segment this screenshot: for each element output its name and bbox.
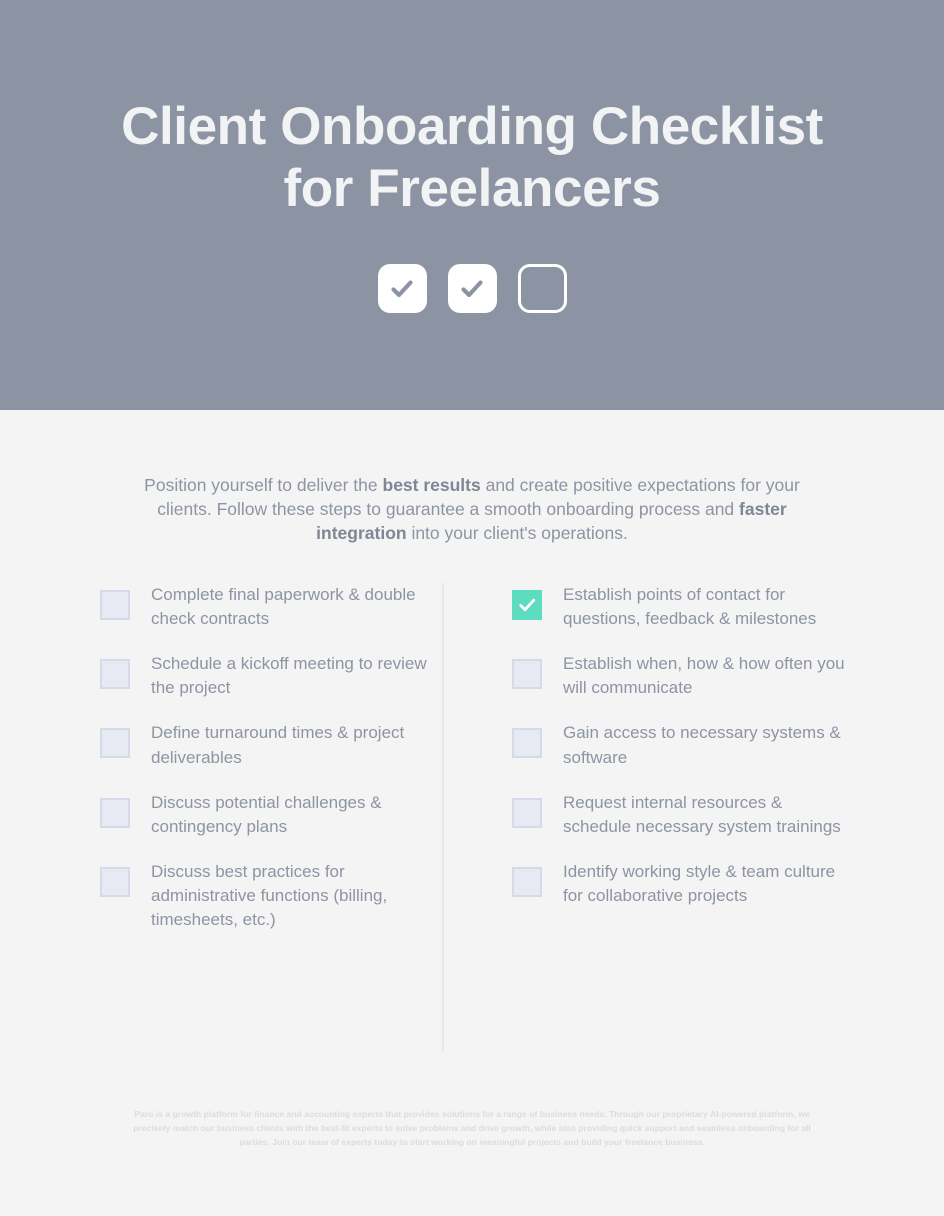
list-item-label: Request internal resources & schedule ne…: [563, 792, 841, 836]
checkbox-unchecked-icon[interactable]: [512, 659, 542, 690]
header-checkbox-1-checked: [377, 264, 427, 313]
page-title-line-1: Client Onboarding Checklist: [121, 97, 823, 156]
list-item-label: Define turnaround times & project delive…: [151, 723, 405, 767]
list-item[interactable]: Discuss best practices for administrativ…: [100, 860, 440, 932]
page-title-line-2: for Freelancers: [283, 159, 661, 218]
list-item-label: Complete final paperwork & double check …: [151, 584, 416, 629]
column-divider: [442, 582, 444, 1051]
list-item-label: Discuss best practices for administrativ…: [151, 861, 388, 930]
header-checkbox-3-unchecked: [517, 264, 567, 313]
list-item-label: Establish points of contact for question…: [563, 584, 817, 629]
header-checkbox-group: [377, 264, 567, 313]
checkmark-icon: [391, 279, 413, 297]
page-title: Client Onboarding Checklist for Freelanc…: [121, 96, 823, 220]
footer-section: Paro is a growth platform for finance an…: [0, 1108, 944, 1150]
footer-paragraph: Paro is a growth platform for finance an…: [133, 1109, 811, 1147]
list-item[interactable]: Establish when, how & how often you will…: [512, 652, 852, 700]
checkmark-icon: [519, 598, 536, 612]
checkbox-unchecked-icon[interactable]: [100, 728, 130, 759]
header-banner: Client Onboarding Checklist for Freelanc…: [0, 0, 944, 410]
checkbox-unchecked-icon[interactable]: [100, 659, 130, 690]
checkbox-unchecked-icon[interactable]: [512, 797, 542, 828]
list-item-label: Discuss potential challenges & contingen…: [151, 792, 382, 836]
checkmark-icon: [461, 279, 483, 297]
intro-paragraph: Position yourself to deliver the best re…: [142, 474, 802, 546]
checkbox-unchecked-icon[interactable]: [100, 866, 130, 897]
list-item[interactable]: Establish points of contact for question…: [512, 583, 852, 631]
checklist-left-column: Complete final paperwork & double check …: [92, 583, 440, 953]
checkbox-unchecked-icon[interactable]: [512, 866, 542, 897]
checklist-columns: Complete final paperwork & double check …: [92, 582, 852, 1051]
checkbox-checked-icon[interactable]: [512, 589, 542, 620]
list-item-label: Establish when, how & how often you will…: [563, 654, 845, 698]
list-item[interactable]: Define turnaround times & project delive…: [100, 721, 440, 769]
list-item[interactable]: Gain access to necessary systems & softw…: [512, 721, 852, 769]
list-item-label: Gain access to necessary systems & softw…: [563, 723, 841, 767]
list-item[interactable]: Complete final paperwork & double check …: [100, 583, 440, 631]
list-item[interactable]: Discuss potential challenges & contingen…: [100, 791, 440, 839]
intro-text-3: into your client's operations.: [406, 522, 628, 543]
header-checkbox-2-checked: [447, 264, 497, 313]
checkbox-unchecked-icon[interactable]: [100, 589, 130, 620]
list-item-label: Identify working style & team culture fo…: [563, 861, 836, 906]
intro-bold-1: best results: [382, 475, 481, 495]
list-item-label: Schedule a kickoff meeting to review the…: [151, 654, 427, 698]
list-item[interactable]: Request internal resources & schedule ne…: [512, 791, 852, 839]
list-item[interactable]: Schedule a kickoff meeting to review the…: [100, 652, 440, 700]
list-item[interactable]: Identify working style & team culture fo…: [512, 860, 852, 908]
checkbox-unchecked-icon[interactable]: [512, 728, 542, 759]
intro-section: Position yourself to deliver the best re…: [0, 410, 944, 546]
checkbox-unchecked-icon[interactable]: [100, 797, 130, 828]
checklist-right-column: Establish points of contact for question…: [448, 583, 852, 953]
intro-text-1: Position yourself to deliver the: [144, 475, 383, 495]
